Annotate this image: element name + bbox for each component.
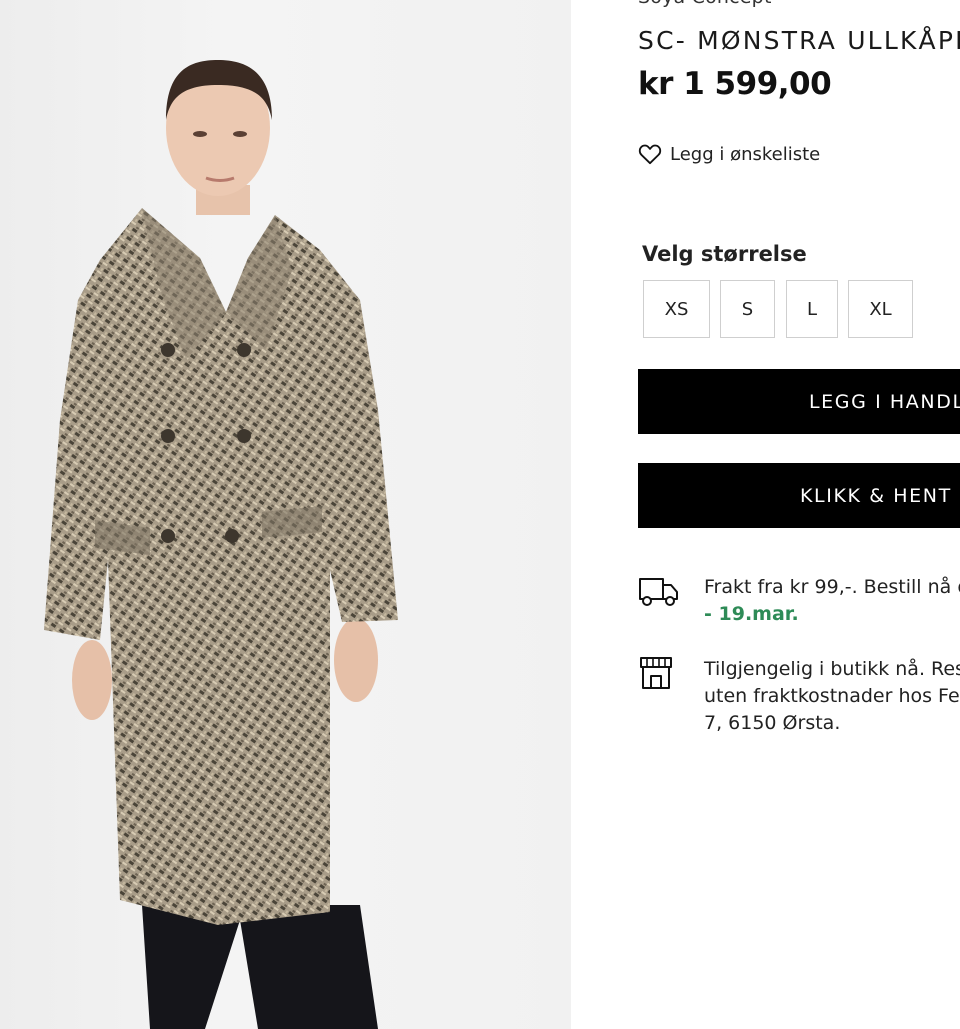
add-to-cart-button[interactable]: LEGG I HANDLEKURV	[638, 369, 960, 434]
size-option-xs[interactable]: XS	[643, 280, 710, 338]
store-text: Tilgjengelig i butikk nå. Rese uten frak…	[704, 656, 960, 737]
add-to-cart-label: LEGG I HANDLEKURV	[809, 390, 960, 413]
shipping-text: Frakt fra kr 99,-. Bestill nå og - 19.ma…	[704, 574, 960, 628]
size-option-l[interactable]: L	[786, 280, 838, 338]
store-availability-info: Tilgjengelig i butikk nå. Rese uten frak…	[638, 656, 960, 737]
size-option-xl[interactable]: XL	[848, 280, 913, 338]
shipping-line-1: Frakt fra kr 99,-. Bestill nå og	[704, 576, 960, 598]
store-line-2: uten fraktkostnader hos Fer	[704, 685, 960, 707]
size-option-s[interactable]: S	[720, 280, 775, 338]
brand-name[interactable]: Soya Concept	[638, 0, 772, 8]
product-image[interactable]	[0, 0, 571, 1029]
product-price: kr 1 599,00	[638, 66, 832, 102]
shipping-info: Frakt fra kr 99,-. Bestill nå og - 19.ma…	[638, 574, 960, 628]
click-and-collect-button[interactable]: KLIKK & HENT I BUTIKK	[638, 463, 960, 528]
add-to-wishlist-button[interactable]: Legg i ønskeliste	[638, 143, 820, 165]
delivery-date: - 19.mar.	[704, 603, 799, 625]
product-title: SC- MØNSTRA ULLKÅPE	[638, 26, 960, 55]
size-selector-title: Velg størrelse	[642, 242, 807, 266]
click-and-collect-label: KLIKK & HENT I BUTIKK	[800, 484, 960, 507]
store-line-1: Tilgjengelig i butikk nå. Rese	[704, 658, 960, 680]
product-info: Soya Concept SC- MØNSTRA ULLKÅPE kr 1 59…	[571, 0, 960, 1029]
store-icon	[638, 656, 679, 690]
model-coat-illustration	[44, 60, 398, 1029]
truck-icon	[638, 574, 679, 608]
store-line-3: 7, 6150 Ørsta.	[704, 712, 841, 734]
wishlist-label: Legg i ønskeliste	[670, 143, 821, 165]
heart-outline-icon	[638, 143, 662, 165]
product-page: Soya Concept SC- MØNSTRA ULLKÅPE kr 1 59…	[0, 0, 960, 1029]
